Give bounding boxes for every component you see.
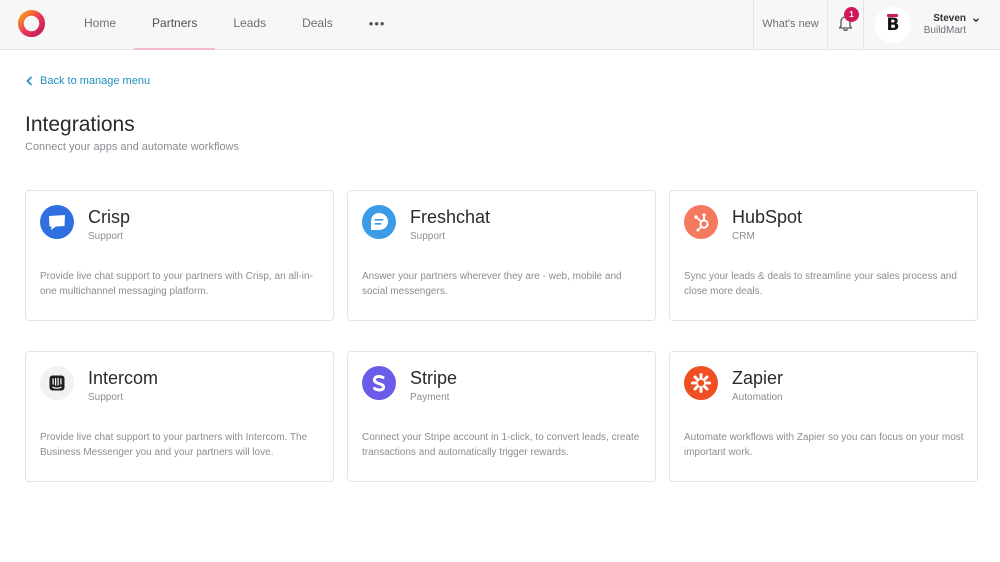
integration-description: Provide live chat support to your partne… — [40, 271, 313, 297]
freshchat-icon — [362, 205, 396, 239]
nav-more-button[interactable]: ••• — [351, 0, 404, 50]
hubspot-icon — [684, 205, 718, 239]
whats-new-button[interactable]: What's new — [753, 0, 828, 50]
intercom-icon — [40, 366, 74, 400]
avatar-letter: B — [886, 15, 900, 35]
notification-count-badge: 1 — [844, 7, 859, 22]
integration-card-hubspot[interactable]: HubSpot CRM Sync your leads & deals to s… — [669, 190, 978, 321]
integration-category: Support — [88, 392, 124, 403]
user-name: Steven — [933, 13, 966, 24]
integration-name: Freshchat — [410, 207, 491, 227]
notifications-button[interactable]: 1 — [828, 0, 863, 50]
integration-card-crisp[interactable]: Crisp Support Provide live chat support … — [25, 190, 334, 321]
page-title: Integrations — [25, 113, 135, 136]
integration-description: Sync your leads & deals to streamline yo… — [684, 271, 957, 297]
back-to-manage-menu-link[interactable]: Back to manage menu — [26, 75, 150, 87]
integration-description: Automate workflows with Zapier so you ca… — [684, 432, 964, 458]
back-link-label: Back to manage menu — [40, 75, 151, 87]
user-menu[interactable]: B Steven BuildMart — [863, 0, 1000, 50]
integration-category: CRM — [732, 231, 755, 242]
integration-description: Answer your partners wherever they are -… — [362, 271, 622, 297]
integration-name: Zapier — [732, 368, 784, 388]
integration-card-freshchat[interactable]: Freshchat Support Answer your partners w… — [347, 190, 656, 321]
page-subtitle: Connect your apps and automate workflows — [25, 141, 240, 153]
zapier-icon — [684, 366, 718, 400]
nav-leads[interactable]: Leads — [215, 0, 284, 50]
integration-card-stripe[interactable]: Stripe Payment Connect your Stripe accou… — [347, 351, 656, 482]
nav-deals[interactable]: Deals — [284, 0, 351, 50]
main-nav: Home Partners Leads Deals ••• — [66, 0, 403, 50]
integration-card-intercom[interactable]: Intercom Support Provide live chat suppo… — [25, 351, 334, 482]
integration-description: Provide live chat support to your partne… — [40, 432, 308, 458]
integration-name: Stripe — [410, 368, 458, 388]
integration-name: Intercom — [88, 368, 159, 388]
user-organization: BuildMart — [923, 25, 966, 36]
integration-name: Crisp — [88, 207, 131, 227]
chevron-down-icon — [973, 18, 979, 23]
integration-card-zapier[interactable]: Zapier Automation Automate workflows wit… — [669, 351, 978, 482]
crisp-icon — [40, 205, 74, 239]
avatar: B — [875, 7, 911, 43]
integration-category: Automation — [732, 392, 783, 403]
top-navigation-bar: Home Partners Leads Deals ••• What's new… — [0, 0, 1000, 50]
stripe-icon — [362, 366, 396, 400]
integration-name: HubSpot — [732, 207, 803, 227]
app-logo-icon[interactable] — [17, 9, 46, 38]
nav-home[interactable]: Home — [66, 0, 134, 50]
integration-category: Support — [410, 231, 446, 242]
integration-description: Connect your Stripe account in 1-click, … — [362, 432, 640, 458]
integration-category: Support — [88, 231, 124, 242]
nav-partners[interactable]: Partners — [134, 0, 216, 50]
integration-category: Payment — [410, 392, 450, 403]
chevron-left-icon — [26, 76, 33, 86]
